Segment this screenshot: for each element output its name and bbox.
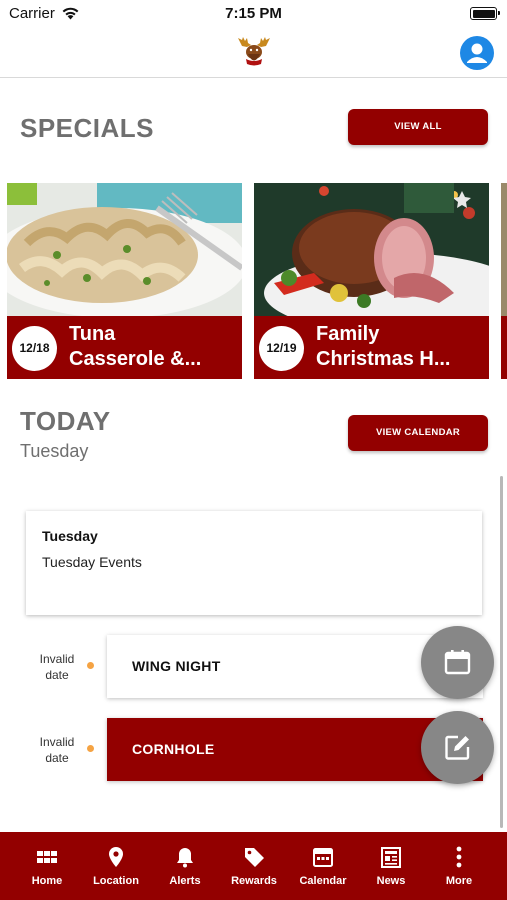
status-bar: Carrier 7:15 PM: [0, 0, 507, 30]
today-events-card[interactable]: Tuesday Tuesday Events: [26, 511, 482, 615]
event-dot: [87, 662, 94, 669]
profile-button[interactable]: [460, 36, 494, 70]
calendar-fab-button[interactable]: [421, 626, 494, 699]
grid-icon: [37, 851, 57, 863]
event-dot: [87, 745, 94, 752]
specials-heading: SPECIALS: [20, 113, 155, 143]
special-photo-partial: [501, 183, 507, 316]
nav-bar: [0, 30, 507, 78]
compose-fab-button[interactable]: [421, 711, 494, 784]
tab-label: More: [445, 875, 473, 887]
tab-news[interactable]: News: [357, 832, 425, 900]
tab-label: Location: [93, 875, 139, 887]
more-vertical-icon: [456, 846, 462, 868]
event-date: Invalid date: [39, 652, 75, 682]
bottom-tab-bar: Home Location Alerts Rewards Calendar Ne…: [0, 832, 507, 900]
tab-label: News: [376, 875, 406, 887]
special-title: Tuna Casserole &...: [69, 323, 202, 370]
special-title: Family Christmas H...: [316, 323, 451, 370]
tab-home[interactable]: Home: [13, 832, 81, 900]
tab-label: Calendar: [299, 875, 347, 887]
special-caption: 12/18 Tuna Casserole &...: [7, 316, 242, 379]
bell-icon: [177, 848, 193, 868]
tab-location[interactable]: Location: [82, 832, 150, 900]
special-date: 12/18: [12, 326, 57, 371]
tab-label: Home: [31, 875, 63, 887]
moose-logo-icon: [238, 37, 270, 66]
tab-rewards[interactable]: Rewards: [220, 832, 288, 900]
special-photo-casserole: [7, 183, 242, 316]
calendar-icon: [444, 650, 471, 675]
today-card-text: Tuesday Events: [42, 554, 142, 570]
edit-icon: [445, 735, 470, 760]
newspaper-icon: [381, 847, 401, 868]
tag-icon: [245, 848, 264, 867]
special-card-partial[interactable]: [501, 183, 507, 379]
specials-carousel[interactable]: 12/18 Tuna Casserole &... 12/19 Family C…: [0, 183, 507, 380]
tab-alerts[interactable]: Alerts: [151, 832, 219, 900]
tab-more[interactable]: More: [425, 832, 493, 900]
tab-label: Rewards: [231, 875, 277, 887]
special-date: 12/19: [259, 326, 304, 371]
special-card[interactable]: 12/18 Tuna Casserole &...: [7, 183, 242, 379]
view-all-button[interactable]: VIEW ALL: [348, 109, 488, 145]
special-card[interactable]: 12/19 Family Christmas H...: [254, 183, 489, 379]
today-card-day: Tuesday: [42, 528, 98, 544]
special-photo-ham: [254, 183, 489, 316]
tab-label: Alerts: [169, 875, 201, 887]
status-time: 7:15 PM: [225, 5, 282, 22]
map-pin-icon: [109, 847, 123, 867]
scrollbar[interactable]: [500, 476, 503, 828]
event-date: Invalid date: [39, 735, 75, 765]
calendar-icon: [313, 848, 333, 867]
today-heading: TODAY: [20, 406, 111, 436]
view-calendar-button[interactable]: VIEW CALENDAR: [348, 415, 488, 451]
tab-calendar[interactable]: Calendar: [289, 832, 357, 900]
user-icon: [467, 43, 487, 63]
special-caption: 12/19 Family Christmas H...: [254, 316, 489, 379]
battery-icon: [470, 7, 500, 20]
today-day: Tuesday: [20, 441, 89, 461]
